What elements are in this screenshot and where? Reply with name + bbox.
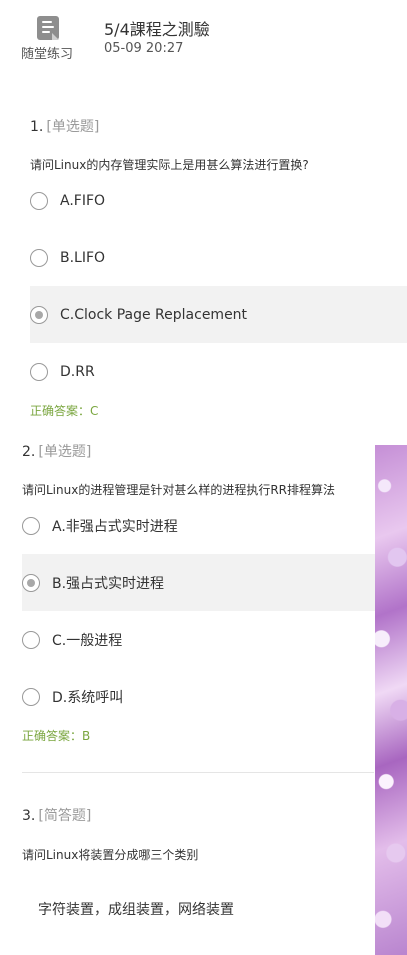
q1-option-a[interactable]: A.FIFO [30, 172, 407, 229]
quiz-title: 5/4課程之測驗 [104, 20, 210, 39]
question-type: [单选题] [38, 444, 92, 460]
option-label: A.非强占式实时进程 [52, 518, 178, 535]
quiz-list-icon [37, 16, 59, 40]
question-1-stem: 请问Linux的内存管理实际上是用甚么算法进行置换? [30, 158, 309, 172]
option-label: D.系统呼叫 [52, 689, 124, 706]
question-2-header: 2. [单选题] [22, 441, 91, 461]
radio-icon[interactable] [22, 516, 40, 535]
question-3-stem: 请问Linux将装置分成哪三个类别 [22, 848, 199, 862]
question-number: 1. [30, 119, 44, 135]
quiz-datetime: 05-09 20:27 [104, 41, 184, 56]
section-divider [22, 772, 374, 773]
option-label: D.RR [60, 363, 95, 380]
quiz-header: 随堂练习 5/4課程之測驗 05-09 20:27 [0, 0, 407, 80]
option-label: C.一般进程 [52, 632, 123, 649]
question-type: [简答题] [38, 808, 92, 824]
q2-option-a[interactable]: A.非强占式实时进程 [22, 497, 375, 554]
radio-icon[interactable] [30, 248, 48, 267]
q1-option-b[interactable]: B.LIFO [30, 229, 407, 286]
q3-short-answer: 字符装置，成组装置，网络装置 [38, 902, 234, 918]
radio-icon[interactable] [30, 191, 48, 210]
radio-icon[interactable] [22, 630, 40, 649]
option-label: C.Clock Page Replacement [60, 306, 248, 323]
question-type: [单选题] [46, 119, 100, 135]
q2-option-b[interactable]: B.强占式实时进程 [22, 554, 375, 611]
option-label: A.FIFO [60, 192, 106, 209]
question-3-header: 3. [简答题] [22, 805, 91, 825]
q1-option-d[interactable]: D.RR [30, 343, 407, 400]
option-label: B.强占式实时进程 [52, 575, 165, 592]
q1-option-c[interactable]: C.Clock Page Replacement [30, 286, 407, 343]
category-label: 随堂练习 [20, 47, 73, 62]
radio-icon[interactable] [22, 687, 40, 706]
q2-option-d[interactable]: D.系统呼叫 [22, 668, 375, 725]
radio-checked-icon[interactable] [30, 305, 48, 324]
q2-option-c[interactable]: C.一般进程 [22, 611, 375, 668]
radio-checked-icon[interactable] [22, 573, 40, 592]
question-number: 3. [22, 808, 36, 824]
question-number: 2. [22, 444, 36, 460]
question-1-header: 1. [单选题] [30, 116, 99, 136]
q2-correct-answer: 正确答案：B [22, 729, 91, 743]
question-2-stem: 请问Linux的进程管理是针对甚么样的进程执行RR排程算法 [22, 483, 336, 497]
option-label: B.LIFO [60, 249, 106, 266]
q1-correct-answer: 正确答案：C [30, 404, 99, 418]
decorative-artwork [375, 445, 407, 955]
radio-icon[interactable] [30, 362, 48, 381]
